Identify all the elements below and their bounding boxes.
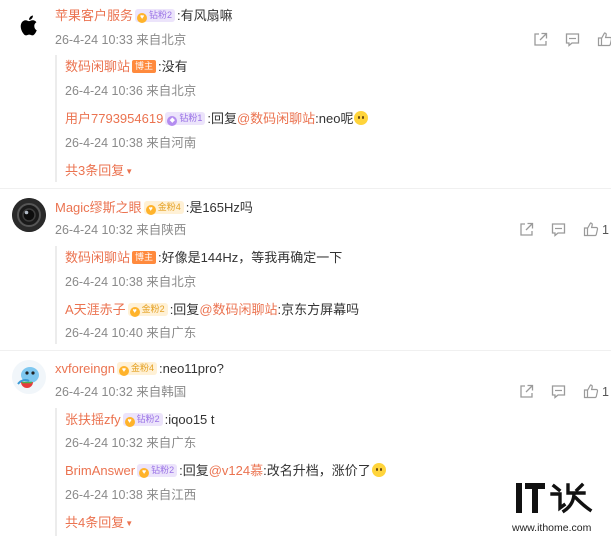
like-count: 1 xyxy=(602,385,609,399)
reply-meta: 26-4-24 10:40 来自广东 xyxy=(65,326,197,340)
reply-meta: 26-4-24 10:38 来自河南 xyxy=(65,136,197,150)
reply-thread-line xyxy=(55,408,57,536)
comment-icon[interactable] xyxy=(565,32,580,47)
watermark-url: www.ithome.com xyxy=(512,522,592,534)
reply-text: :好像是144Hz，等我再确定一下 xyxy=(158,250,343,265)
username[interactable]: 数码闲聊站 xyxy=(65,59,130,74)
reply-meta: 26-4-24 10:38 来自江西 xyxy=(65,488,197,502)
comment-icon[interactable] xyxy=(551,384,566,399)
fan-badge: ♥ 钻粉2 xyxy=(137,464,178,479)
fan-badge-icon: ♥ xyxy=(124,417,135,428)
comment-text: :neo11pro? xyxy=(159,361,224,376)
comment-text: :有风扇嘛 xyxy=(177,8,233,23)
comment-line: xvforeingn ♥ 金粉4:neo11pro? xyxy=(55,360,224,378)
mention-link[interactable]: @v124慕 xyxy=(209,463,263,478)
fan-badge: ♥ 钻粉2 xyxy=(122,413,163,428)
reply-line: 张扶摇zfy ♥ 钻粉2:iqoo15 t xyxy=(65,411,215,429)
reply-meta: 26-4-24 10:38 来自北京 xyxy=(65,275,197,289)
ithome-logo xyxy=(514,480,604,516)
mention-link[interactable]: @数码闲聊站 xyxy=(199,302,277,317)
comment-divider xyxy=(0,350,611,351)
fan-badge: ♥ 金粉2 xyxy=(127,303,168,318)
reply-text: :没有 xyxy=(158,59,188,74)
comment-line: 苹果客户服务 ♥ 钻粉2:有风扇嘛 xyxy=(55,7,233,25)
reply-thread-line xyxy=(55,246,57,344)
caret-down-icon: ▼ xyxy=(125,167,134,176)
like-icon[interactable] xyxy=(583,383,599,399)
reply-text: :iqoo15 t xyxy=(164,412,215,427)
reply-meta: 26-4-24 10:36 来自北京 xyxy=(65,84,197,98)
reply-line: 数码闲聊站 博主:没有 xyxy=(65,58,188,76)
username[interactable]: 用户7793954619 xyxy=(65,111,163,126)
like-icon[interactable] xyxy=(583,221,599,237)
username[interactable]: 苹果客户服务 xyxy=(55,8,133,23)
comment-line: Magic缪斯之眼 ♥ 金粉4:是165Hz吗 xyxy=(55,199,253,217)
fan-badge-icon: ♥ xyxy=(137,13,148,24)
share-icon[interactable] xyxy=(519,222,534,237)
avatar[interactable] xyxy=(12,8,46,42)
reply-line: 用户7793954619 ◆ 钻粉1:回复@数码闲聊站:neo呢 xyxy=(65,110,369,128)
reply-line: BrimAnswer ♥ 钻粉2:回复@v124慕:改名升档，涨价了 xyxy=(65,462,386,480)
reply-line: A天涯赤子 ♥ 金粉2:回复@数码闲聊站:京东方屏幕吗 xyxy=(65,302,360,318)
comment-divider xyxy=(0,188,611,189)
like-icon[interactable] xyxy=(597,31,611,47)
host-badge: 博主 xyxy=(132,60,157,74)
reply-text: :改名升档，涨价了 xyxy=(263,463,371,478)
fan-badge-icon: ♥ xyxy=(129,307,140,318)
reply-text: :京东方屏幕吗 xyxy=(277,302,360,317)
share-icon[interactable] xyxy=(533,32,548,47)
comment-text: :是165Hz吗 xyxy=(185,200,253,215)
comment-icon[interactable] xyxy=(551,222,566,237)
share-icon[interactable] xyxy=(519,384,534,399)
username[interactable]: 张扶摇zfy xyxy=(65,412,121,427)
username[interactable]: A天涯赤子 xyxy=(65,302,126,317)
caret-down-icon: ▼ xyxy=(125,519,134,528)
emoji-icon xyxy=(354,111,369,125)
mention-link[interactable]: @数码闲聊站 xyxy=(237,111,315,126)
emoji-icon xyxy=(371,463,386,477)
comment-meta: 26-4-24 10:32 来自陕西 xyxy=(55,223,187,237)
fan-badge-icon: ♥ xyxy=(139,468,150,479)
fan-badge-icon: ♥ xyxy=(145,205,156,216)
username[interactable]: xvforeingn xyxy=(55,361,115,376)
fan-badge: ♥ 钻粉2 xyxy=(135,9,176,24)
fan-badge-icon: ♥ xyxy=(118,366,129,377)
more-replies-link[interactable]: 共4条回复▼ xyxy=(65,514,133,533)
username[interactable]: 数码闲聊站 xyxy=(65,250,130,265)
host-badge: 博主 xyxy=(132,251,157,265)
camera-lens-image xyxy=(12,198,46,232)
comment-meta: 26-4-24 10:32 来自韩国 xyxy=(55,385,187,399)
reply-text: :neo呢 xyxy=(315,111,354,126)
cartoon-avatar-image xyxy=(12,360,46,394)
reply-line: 数码闲聊站 博主:好像是144Hz，等我再确定一下 xyxy=(65,249,342,267)
fan-badge-icon: ◆ xyxy=(167,116,178,127)
ithome-logo-icon xyxy=(516,482,593,514)
reply-meta: 26-4-24 10:32 来自广东 xyxy=(65,436,197,450)
reply-thread-line xyxy=(55,55,57,182)
more-replies-link[interactable]: 共3条回复▼ xyxy=(65,162,133,181)
avatar[interactable] xyxy=(12,360,46,394)
username[interactable]: BrimAnswer xyxy=(65,463,135,478)
fan-badge: ♥ 金粉4 xyxy=(143,201,184,216)
apple-logo-icon xyxy=(20,15,37,36)
fan-badge: ◆ 钻粉1 xyxy=(165,112,206,127)
like-count: 1 xyxy=(602,223,609,237)
comment-meta: 26-4-24 10:33 来自北京 xyxy=(55,33,187,47)
fan-badge: ♥ 金粉4 xyxy=(116,362,157,377)
avatar[interactable] xyxy=(12,198,46,232)
username[interactable]: Magic缪斯之眼 xyxy=(55,200,142,215)
